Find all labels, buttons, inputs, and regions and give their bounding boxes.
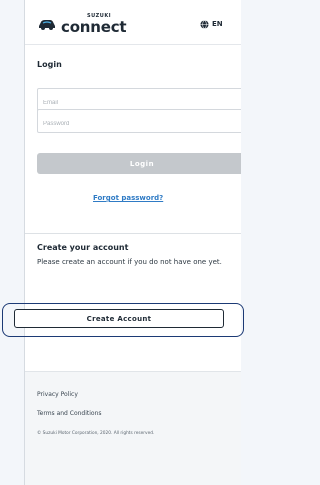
copyright-text: © Suzuki Motor Corporation, 2020. All ri… bbox=[37, 431, 155, 436]
password-field-wrapper bbox=[37, 109, 241, 134]
section-divider bbox=[25, 233, 241, 234]
globe-icon bbox=[200, 19, 209, 29]
forgot-password-link[interactable]: Forgot password? bbox=[93, 194, 163, 202]
suzuki-connect-logo: SUZUKI connect bbox=[37, 12, 147, 36]
login-button[interactable]: Login bbox=[37, 153, 241, 174]
language-selector[interactable]: EN bbox=[200, 18, 223, 30]
create-account-description: Please create an account if you do not h… bbox=[37, 258, 222, 266]
language-label: EN bbox=[212, 20, 223, 28]
create-account-button[interactable]: Create Account bbox=[14, 309, 224, 328]
logo-product-text: connect bbox=[61, 18, 127, 36]
terms-link[interactable]: Terms and Conditions bbox=[37, 410, 102, 417]
footer: Privacy Policy Terms and Conditions © Su… bbox=[25, 371, 241, 485]
privacy-policy-link[interactable]: Privacy Policy bbox=[37, 391, 78, 398]
login-heading: Login bbox=[37, 60, 62, 69]
car-icon bbox=[39, 20, 55, 30]
password-input[interactable] bbox=[38, 114, 233, 134]
header: SUZUKI connect EN bbox=[25, 0, 241, 45]
create-account-heading: Create your account bbox=[37, 243, 129, 252]
app-screen: SUZUKI connect EN Login Login Forgot pas… bbox=[24, 0, 241, 485]
